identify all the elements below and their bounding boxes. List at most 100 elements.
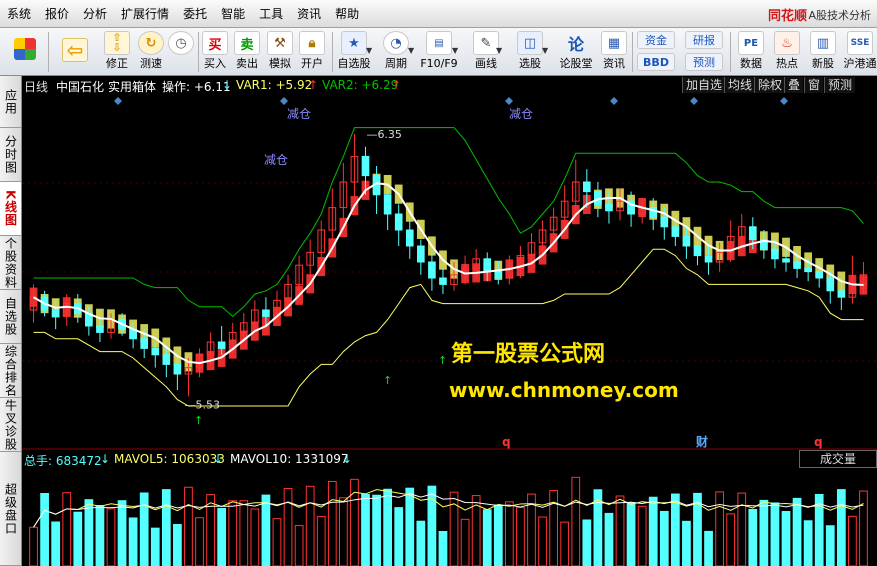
f10-icon: ▤ [426, 31, 452, 55]
clock-button[interactable]: ◷ [168, 30, 194, 74]
grid-icon [14, 38, 36, 60]
candle-body-10 [140, 338, 149, 349]
sell-button[interactable]: 卖 卖出 [232, 30, 262, 74]
volume-indicator-button[interactable]: 成交量 [799, 450, 877, 468]
candle-body-11 [151, 347, 160, 356]
speed-test-button[interactable]: ↻ 测速 [134, 30, 168, 74]
open-account-button[interactable]: 🔒︎ 开户 [296, 30, 328, 74]
volume-bar-22 [272, 518, 282, 566]
candle-body-52 [605, 203, 613, 212]
volume-chart[interactable] [22, 468, 877, 566]
candle-body-37 [439, 277, 447, 285]
forecast-chart-button[interactable]: 预测 [824, 77, 856, 93]
add-watchlist-button[interactable]: 加自选 [682, 77, 726, 93]
layout-button[interactable] [8, 30, 42, 74]
left-tab-2[interactable]: K线图 [0, 182, 21, 236]
operation-value: 操作: +6.11 [162, 80, 231, 94]
volume-bar-50 [582, 519, 592, 566]
volume-bar-68 [781, 511, 791, 566]
draw-dropdown-icon[interactable]: ▼ [496, 46, 502, 55]
volume-bar-25 [305, 485, 315, 566]
left-tab-4[interactable]: 自选股 [0, 290, 21, 344]
ex-rights-button[interactable]: 除权 [754, 77, 786, 93]
forum-button[interactable]: 论 论股堂 [556, 30, 596, 74]
left-tab-1[interactable]: 分时图 [0, 128, 21, 182]
f10-dropdown-icon[interactable]: ▼ [452, 46, 458, 55]
volume-bar-33 [394, 507, 404, 566]
menu-quotes[interactable]: 报价 [38, 0, 76, 28]
menu-analysis[interactable]: 分析 [76, 0, 114, 28]
volume-bar-58 [670, 493, 680, 566]
candle-body-72 [826, 277, 835, 292]
candle-body-67 [771, 248, 779, 260]
volume-bar-2 [51, 521, 61, 566]
volume-bar-10 [139, 492, 149, 566]
bbd-button[interactable]: BBD [636, 52, 676, 72]
period-dropdown-icon[interactable]: ▼ [408, 46, 414, 55]
new-stock-button[interactable]: ▥ 新股 [806, 30, 840, 74]
back-arrow-icon: ⇦ [62, 38, 88, 62]
mavol5-line [33, 489, 864, 528]
buy-button[interactable]: 买 买入 [200, 30, 230, 74]
hk-connect-button[interactable]: SSE 沪港通 [842, 30, 877, 74]
menu-trade[interactable]: 委托 [176, 0, 214, 28]
simulate-button[interactable]: ⚒ 模拟 [264, 30, 296, 74]
volume-bar-66 [759, 499, 769, 566]
volume-bar-6 [95, 504, 105, 566]
volume-bar-61 [704, 530, 713, 566]
period-label[interactable]: 日线 [24, 78, 48, 95]
menu-news[interactable]: 资讯 [290, 0, 328, 28]
left-tab-0[interactable]: 应用 [0, 76, 21, 128]
volume-bar-69 [792, 497, 802, 566]
refresh-icon: ↻ [138, 31, 164, 55]
volume-bar-27 [327, 480, 337, 566]
candle-body-69 [793, 261, 801, 269]
menu-smart[interactable]: 智能 [214, 0, 252, 28]
correct-button[interactable]: ⇧ ⇩ 修正 [100, 30, 134, 74]
data-button[interactable]: PE 数据 [734, 30, 768, 74]
ma-button[interactable]: 均线 [724, 77, 756, 93]
stock-name: 中国石化 [56, 80, 105, 94]
window-button[interactable]: 窗 [804, 77, 824, 93]
var2-value: VAR2: +6.29 [322, 78, 399, 92]
volume-bar-11 [150, 527, 160, 566]
volume-bar-42 [493, 504, 503, 566]
candle-body-73 [837, 290, 846, 298]
volume-bar-7 [106, 508, 116, 566]
candle-body-59 [682, 235, 691, 247]
back-button[interactable]: ⇦ [56, 30, 94, 74]
candle-body-12 [162, 354, 171, 365]
menu-help[interactable]: 帮助 [328, 0, 366, 28]
forecast-button[interactable]: 预测 [684, 52, 724, 72]
left-tab-5[interactable]: 综合排名 [0, 344, 21, 398]
menu-extended-quotes[interactable]: 扩展行情 [114, 0, 176, 28]
hot-button[interactable]: ♨ 热点 [770, 30, 804, 74]
volume-bar-72 [825, 525, 835, 566]
mavol10-value: MAVOL10: 1331097 [230, 452, 349, 466]
watchlist-dropdown-icon[interactable]: ▼ [366, 46, 372, 55]
app-window: 系统 报价 分析 扩展行情 委托 智能 工具 资讯 帮助 同花顺 - A股技术分… [0, 0, 877, 566]
picker-dropdown-icon[interactable]: ▼ [542, 46, 548, 55]
volume-bar-24 [294, 525, 304, 566]
watermark-title: 第一股票公式网 [451, 342, 606, 367]
volume-bar-12 [161, 489, 171, 566]
overlay-button[interactable]: 叠 [784, 77, 804, 93]
diamond-marker-2 [505, 97, 513, 105]
candle-body-17 [217, 341, 226, 349]
left-tab-7[interactable]: 超级盘口 [0, 452, 21, 566]
news-button[interactable]: ▦ 资讯 [598, 30, 630, 74]
menu-tools[interactable]: 工具 [252, 0, 290, 28]
volume-bar-63 [726, 513, 736, 566]
volume-bar-30 [361, 493, 370, 566]
research-button[interactable]: 研报 [684, 30, 724, 50]
left-tab-3[interactable]: 个股资料 [0, 236, 21, 290]
chart-header: 日线 中国石化 实用箱体 操作: +6.11 ↓ VAR1: +5.92 ↑ V… [22, 76, 877, 94]
volume-bar-15 [195, 517, 204, 566]
funds-button[interactable]: 资金 [636, 30, 676, 50]
volume-bar-48 [560, 521, 570, 566]
up-arrow-icon: ↑ [391, 78, 402, 92]
volume-bar-3 [62, 492, 72, 566]
mavol5-value: MAVOL5: 1063033 [114, 452, 225, 466]
left-tab-6[interactable]: 牛叉诊股 [0, 398, 21, 452]
menu-system[interactable]: 系统 [0, 0, 38, 28]
